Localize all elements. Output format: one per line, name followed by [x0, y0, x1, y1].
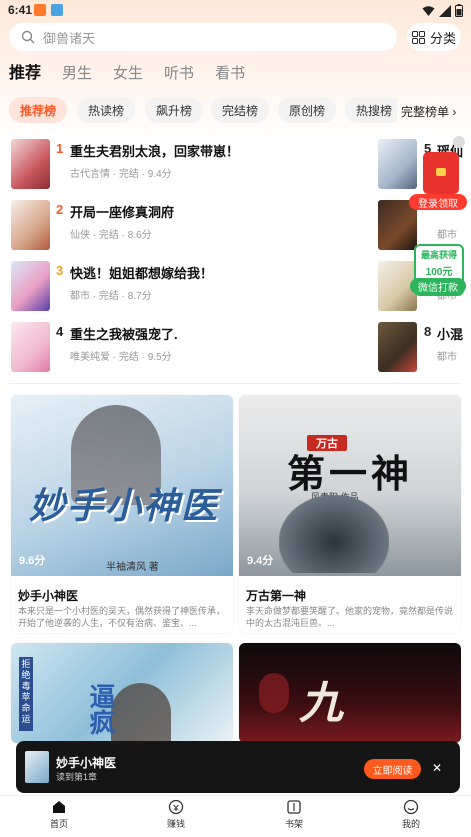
channel-tabs: 推荐 男生 女生 听书 看书 [9, 64, 266, 84]
nav-earn[interactable]: 赚钱 [146, 799, 206, 830]
search-input[interactable]: 御兽诸天 [9, 23, 397, 51]
login-reward-label: 登录领取 [409, 194, 467, 210]
app-notification-icon [51, 4, 63, 16]
book-cover [11, 200, 50, 250]
book-title: 重生夫君别太浪，回家带崽！ [70, 144, 240, 159]
book-meta: 都市 [437, 230, 457, 241]
rank-number: 4 [56, 324, 64, 339]
section-divider [9, 383, 461, 384]
book-card[interactable]: 九 [239, 643, 461, 743]
wx-top-label: 最高获得 [420, 250, 457, 260]
tab-audiobook[interactable]: 听书 [164, 64, 194, 84]
rank-chip-bar: 推荐榜 热读榜 飙升榜 完结榜 原创榜 热搜榜 [9, 97, 397, 123]
nav-label: 首页 [49, 819, 68, 829]
book-card[interactable]: 万古 第一神 风青阳 作品 9.4分 万古第一神 李天命做梦都要笑醒了。他家的宠… [239, 395, 461, 633]
cover-title-art: 九 [299, 679, 343, 728]
chip-finished-rank[interactable]: 完结榜 [211, 97, 269, 123]
status-indicators [422, 4, 463, 17]
search-placeholder: 御兽诸天 [43, 30, 96, 46]
cover-title-art: 逼疯 [86, 683, 116, 735]
book-cover [378, 322, 417, 372]
home-icon [53, 801, 65, 813]
continue-book-title: 妙手小神医 [56, 756, 117, 770]
book-title: 万古第一神 [246, 589, 307, 603]
login-reward-float[interactable]: 登录领取 [409, 152, 467, 212]
category-button[interactable]: 分类 [407, 23, 461, 51]
book-title: 重生之我被强宠了. [70, 327, 178, 342]
nav-home[interactable]: 首页 [29, 799, 89, 830]
book-cover [378, 139, 417, 189]
rank-number: 8 [424, 324, 432, 339]
continue-progress: 读到第1章 [56, 772, 98, 782]
signal-icon [439, 4, 451, 17]
book-meta: 都市 · 完结 · 8.7分 [70, 291, 152, 302]
book-cover: 万古 第一神 风青阳 作品 9.4分 [239, 395, 461, 576]
nav-label: 我的 [401, 819, 420, 829]
chip-hot-rank[interactable]: 热读榜 [77, 97, 135, 123]
red-envelope-icon [423, 152, 459, 194]
smile-icon [403, 799, 419, 815]
full-rank-link[interactable]: 完整榜单 › [401, 103, 456, 120]
nav-label: 书架 [284, 819, 303, 829]
chip-rising-rank[interactable]: 飙升榜 [145, 97, 203, 123]
wx-amount: 100元 [425, 267, 453, 278]
book-icon [287, 800, 301, 814]
app-notification-icon [34, 4, 46, 16]
category-label: 分类 [429, 30, 456, 46]
book-meta: 仙侠 · 完结 · 8.6分 [70, 230, 152, 241]
cover-lantern [259, 673, 289, 713]
nav-profile[interactable]: 我的 [381, 799, 441, 830]
book-cover [11, 261, 50, 311]
battery-icon [455, 4, 463, 17]
cover-author: 半袖清风 著 [106, 562, 159, 573]
nav-bookshelf[interactable]: 书架 [264, 799, 324, 830]
book-cover [11, 139, 50, 189]
book-description: 李天命做梦都要笑醒了。他家的宠物，竟然都是传说中的太古混沌巨兽。... [246, 606, 454, 628]
cover-figure [111, 683, 171, 743]
search-icon [21, 30, 35, 44]
coin-icon [168, 799, 184, 815]
read-now-button[interactable]: 立即阅读 [364, 759, 421, 779]
book-cover [11, 322, 50, 372]
book-score: 9.4分 [247, 555, 274, 567]
book-card[interactable]: 妙手小神医 半袖清风 著 9.6分 妙手小神医 本来只是一个小村医的吴天，偶然获… [11, 395, 233, 633]
cover-side-text: 拒绝毒苹命运 [19, 657, 33, 731]
book-title: 小混 [437, 327, 464, 342]
rank-number: 3 [56, 263, 64, 278]
book-title: 快逃！姐姐都想嫁给我！ [70, 266, 214, 281]
status-bar: 6:41 [0, 0, 471, 20]
book-cover [25, 751, 49, 783]
continue-reading-bar[interactable]: 妙手小神医 读到第1章 立即阅读 ✕ [16, 741, 460, 793]
cover-figure [279, 495, 389, 573]
grid-icon [411, 30, 425, 44]
book-cover: 九 [239, 643, 461, 743]
chip-recommend-rank[interactable]: 推荐榜 [9, 97, 67, 123]
tab-female[interactable]: 女生 [113, 64, 143, 84]
wechat-payout-label[interactable]: 微信打款 [410, 278, 466, 294]
wifi-icon [422, 5, 435, 16]
chip-original-rank[interactable]: 原创榜 [278, 97, 336, 123]
book-cover: 拒绝毒苹命运 逼疯 [11, 643, 233, 743]
cover-title-art: 妙手小神医 [29, 485, 220, 526]
bottom-nav: 首页 赚钱 书架 我的 [0, 795, 471, 837]
status-time: 6:41 [8, 3, 33, 17]
nav-label: 赚钱 [166, 819, 185, 829]
book-cover: 妙手小神医 半袖清风 著 9.6分 [11, 395, 233, 576]
rank-number: 2 [56, 202, 64, 217]
tab-read[interactable]: 看书 [215, 64, 245, 84]
book-title: 开局一座修真洞府 [70, 205, 175, 220]
rank-number: 1 [56, 141, 64, 156]
book-description: 本来只是一个小村医的吴天，偶然获得了神医传承，开始了他逆袭的人生，不仅有治病、鉴… [18, 606, 226, 628]
book-meta: 古代言情 · 完结 · 9.4分 [70, 169, 172, 180]
book-card[interactable]: 拒绝毒苹命运 逼疯 [11, 643, 233, 743]
book-title: 妙手小神医 [18, 589, 79, 603]
close-icon[interactable]: ✕ [432, 761, 442, 775]
chip-search-rank[interactable]: 热搜榜 [345, 97, 397, 123]
book-meta: 都市 [437, 352, 457, 363]
tab-recommend[interactable]: 推荐 [9, 64, 41, 84]
book-score: 9.6分 [19, 555, 46, 567]
book-meta: 唯美纯爱 · 完结 · 9.5分 [70, 352, 172, 363]
tab-male[interactable]: 男生 [62, 64, 92, 84]
close-promo-icon[interactable] [453, 136, 465, 148]
